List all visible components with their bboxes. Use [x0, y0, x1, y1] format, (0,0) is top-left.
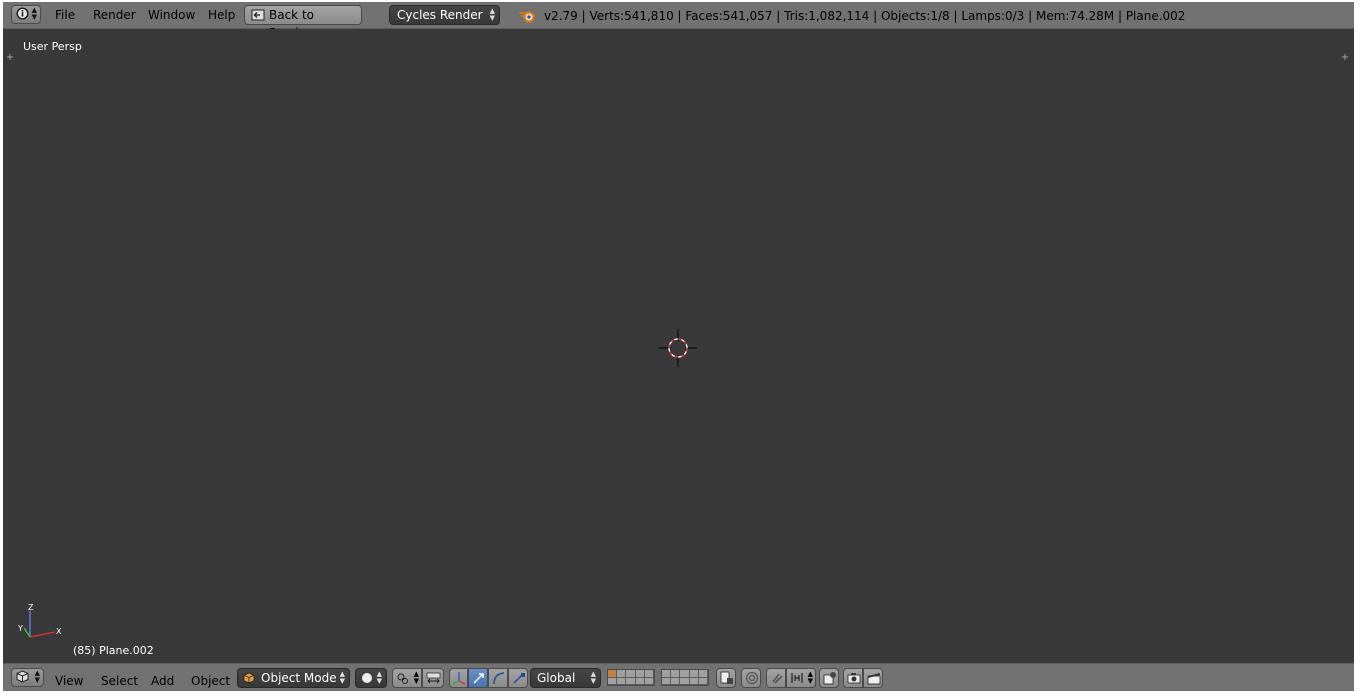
manipulate-centers-icon: [426, 672, 441, 684]
3d-viewport[interactable]: User Persp + + Z X Y (85) Plane.002: [3, 29, 1354, 663]
proportional-editing-toggle[interactable]: [741, 668, 761, 688]
cube-editor-icon: [16, 670, 29, 683]
rotate-manipulator-toggle[interactable]: [488, 668, 508, 688]
snap-toggle[interactable]: [766, 668, 786, 688]
layer-lock-icon: [720, 671, 733, 684]
render-preview-icon: [823, 672, 836, 685]
updown-arrows-icon: ▲ ▼: [489, 7, 495, 22]
lock-camera-layers-toggle[interactable]: [716, 668, 736, 688]
active-object-label: (85) Plane.002: [73, 644, 154, 657]
object-mode-icon: [243, 672, 255, 684]
updown-arrows-icon: ▲ ▼: [413, 670, 419, 685]
layers-group-1[interactable]: [607, 669, 655, 686]
transform-orientation-label: Global: [537, 671, 576, 685]
menu-render[interactable]: Render: [93, 8, 136, 22]
3d-view-header: ▲ ▼ View Select Add Object Object Mode ▲ ▼…: [3, 663, 1354, 691]
render-engine-label: Cycles Render: [397, 8, 483, 22]
transform-orientation-dropdown[interactable]: Global ▲ ▼: [530, 668, 601, 688]
axis-y-label: Y: [17, 624, 23, 633]
opengl-render-button[interactable]: [819, 668, 839, 688]
menu-file[interactable]: File: [55, 8, 75, 22]
menu-object[interactable]: Object: [191, 674, 230, 688]
3d-cursor-icon: [659, 329, 697, 367]
updown-arrows-icon: ▲ ▼: [807, 670, 813, 685]
updown-arrows-icon: ▲ ▼: [339, 670, 345, 685]
rotate-arc-icon: [493, 672, 505, 685]
render-engine-dropdown[interactable]: Cycles Render ▲ ▼: [389, 5, 500, 25]
snap-increment-icon: [791, 673, 803, 683]
properties-expand-icon[interactable]: +: [1340, 53, 1350, 63]
manipulator-toggle[interactable]: [449, 668, 468, 688]
updown-arrows-icon: ▲ ▼: [376, 670, 382, 685]
menu-select[interactable]: Select: [101, 674, 138, 688]
info-header: ▲▼ File Render Window Help Back to Previ…: [3, 2, 1354, 40]
manipulate-centers-toggle[interactable]: [422, 668, 444, 688]
translate-arrow-icon: [473, 673, 484, 684]
camera-icon: [847, 673, 861, 684]
viewport-shading-dropdown[interactable]: ▲ ▼: [355, 668, 387, 688]
pivot-point-dropdown[interactable]: ▲ ▼: [392, 668, 422, 688]
scene-stats: v2.79 | Verts:541,810 | Faces:541,057 | …: [544, 9, 1186, 23]
updown-arrows-icon: ▲ ▼: [34, 669, 40, 684]
pivot-point-icon: [397, 673, 408, 684]
updown-arrows-icon: ▲ ▼: [31, 6, 37, 21]
render-animation-button[interactable]: [863, 668, 883, 688]
menu-add[interactable]: Add: [151, 674, 174, 688]
menu-help[interactable]: Help: [208, 8, 235, 22]
axis-z-label: Z: [28, 603, 34, 612]
axis-gizmo-icon: Z X Y: [17, 603, 62, 638]
layers-group-2[interactable]: [661, 669, 709, 686]
updown-arrows-icon: ▲ ▼: [590, 670, 596, 685]
view-name-label: User Persp: [23, 40, 82, 53]
translate-manipulator-toggle[interactable]: [468, 668, 488, 688]
render-still-button[interactable]: [843, 668, 863, 688]
clapperboard-icon: [867, 673, 881, 685]
interaction-mode-dropdown[interactable]: Object Mode ▲ ▼: [237, 668, 350, 688]
editor-type-button-3d[interactable]: ▲ ▼: [11, 668, 44, 687]
menu-view[interactable]: View: [55, 674, 83, 688]
scale-icon: [513, 673, 525, 684]
scale-manipulator-toggle[interactable]: [508, 668, 528, 688]
blender-window: ▲▼ File Render Window Help Back to Previ…: [3, 2, 1354, 691]
editor-type-button[interactable]: ▲ ▼: [11, 5, 41, 24]
tool-shelf-expand-icon[interactable]: +: [5, 53, 15, 63]
interaction-mode-label: Object Mode: [261, 671, 337, 685]
menu-window[interactable]: Window: [148, 8, 195, 22]
proportional-edit-icon: [745, 671, 759, 685]
back-screen-icon: [251, 9, 265, 21]
axis-x-label: X: [56, 627, 62, 636]
blender-logo-icon: [519, 11, 535, 23]
magnet-icon: [772, 673, 783, 684]
solid-shading-icon: [362, 673, 372, 683]
info-icon: [16, 7, 29, 20]
manipulator-icon: [452, 672, 466, 685]
snap-element-dropdown[interactable]: ▲ ▼: [786, 668, 816, 688]
back-to-previous-button[interactable]: Back to Previous: [244, 5, 362, 40]
